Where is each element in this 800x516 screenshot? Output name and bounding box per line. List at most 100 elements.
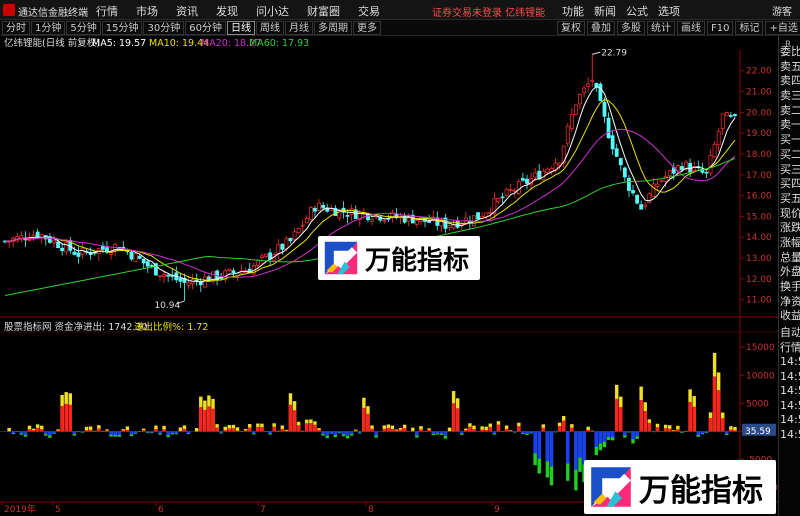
period-tab[interactable]: 60分钟 bbox=[185, 21, 226, 35]
candle-body bbox=[606, 117, 611, 139]
flow-bar-in bbox=[296, 425, 301, 432]
flow-bar-out bbox=[725, 431, 729, 434]
quote-field-label: 涨跌 bbox=[780, 221, 800, 235]
flow-bar-out bbox=[219, 431, 223, 433]
flow-bar-out bbox=[513, 431, 517, 433]
flow-bar-in bbox=[243, 430, 248, 432]
flow-bar-out bbox=[150, 431, 154, 433]
candle-body bbox=[166, 274, 171, 277]
candle-body bbox=[675, 165, 680, 171]
menu-function[interactable]: 功能 bbox=[562, 3, 584, 19]
candle-body bbox=[64, 242, 69, 253]
menu-market[interactable]: 市场 bbox=[136, 3, 158, 19]
candle-body bbox=[541, 170, 546, 180]
flow-bar-in bbox=[272, 426, 276, 432]
tool-button[interactable]: 画线 bbox=[677, 21, 705, 35]
candle-body bbox=[284, 238, 289, 250]
menu-ask[interactable]: 问小达 bbox=[256, 3, 289, 19]
candle-body bbox=[292, 231, 297, 240]
flow-bar-in bbox=[35, 427, 40, 432]
menu-discover[interactable]: 发现 bbox=[216, 3, 238, 19]
candle-body bbox=[447, 225, 452, 229]
price-tick-label: 13.00 bbox=[746, 254, 772, 264]
tool-button[interactable]: 复权 bbox=[557, 21, 585, 35]
period-tab[interactable]: 日线 bbox=[226, 21, 255, 35]
period-tab[interactable]: 周线 bbox=[255, 21, 284, 35]
flow-bar-out bbox=[460, 431, 464, 434]
tool-button[interactable]: 统计 bbox=[647, 21, 675, 35]
quote-field-label: 买五 bbox=[780, 191, 800, 205]
flow-bar-out bbox=[578, 431, 582, 458]
candle-body bbox=[724, 112, 729, 117]
menu-wealth[interactable]: 财富圈 bbox=[307, 3, 340, 19]
period-tab[interactable]: 15分钟 bbox=[101, 21, 143, 35]
menu-news[interactable]: 资讯 bbox=[176, 3, 198, 19]
title-bar: 通达信金融终端 行情 市场 资讯 发现 问小达 财富圈 交易 证券交易未登录 亿… bbox=[0, 0, 800, 20]
tool-button[interactable]: F10 bbox=[707, 21, 734, 35]
menu-formula[interactable]: 公式 bbox=[626, 3, 648, 19]
right-menu: 功能 新闻 公式 选项 bbox=[562, 3, 680, 19]
flow-bar-in bbox=[455, 408, 460, 432]
candle-body bbox=[300, 224, 305, 227]
tool-button[interactable]: 叠加 bbox=[587, 21, 615, 35]
tick-row[interactable]: 自动 bbox=[780, 326, 800, 341]
flow-bar-in bbox=[586, 429, 590, 432]
candle-body bbox=[308, 207, 313, 220]
guest-label[interactable]: 游客 bbox=[772, 3, 792, 18]
time-tick-label: 5 bbox=[55, 505, 61, 515]
candle-body bbox=[704, 171, 709, 174]
period-tab[interactable]: 多周期 bbox=[313, 21, 352, 35]
price-tick-label: 21.00 bbox=[746, 88, 772, 98]
flow-bar-out bbox=[610, 431, 615, 438]
tool-button[interactable]: 多股 bbox=[617, 21, 645, 35]
tool-button[interactable]: +自选 bbox=[765, 21, 800, 35]
candle-body bbox=[565, 125, 570, 144]
tick-row[interactable]: 14:56 bbox=[780, 399, 800, 414]
candle-body bbox=[202, 276, 207, 288]
tick-row[interactable]: 14:56 bbox=[780, 428, 800, 443]
flow-bar-out bbox=[635, 431, 639, 437]
flow-bar-in bbox=[199, 407, 203, 432]
candle-body bbox=[455, 220, 460, 228]
tick-row[interactable]: 14:56 bbox=[780, 413, 800, 428]
candle-body bbox=[614, 148, 619, 157]
tick-row[interactable]: 行情 bbox=[780, 341, 800, 356]
candle-body bbox=[667, 170, 672, 176]
period-tab[interactable]: 30分钟 bbox=[143, 21, 185, 35]
flow-bar-in bbox=[88, 429, 93, 432]
flow-bar-in bbox=[488, 426, 493, 432]
candle-body bbox=[264, 253, 268, 257]
flow-bar-in bbox=[370, 428, 374, 432]
candle-body bbox=[382, 219, 387, 222]
flow-bar-out bbox=[627, 431, 631, 433]
tool-button[interactable]: 标记 bbox=[735, 21, 764, 35]
quote-field-label: 卖四 bbox=[780, 74, 800, 88]
tick-row[interactable]: 14:56 bbox=[780, 370, 800, 385]
candle-body bbox=[109, 252, 113, 255]
candle-body bbox=[618, 158, 623, 166]
watermark-logo-large: 万能指标 bbox=[584, 460, 776, 514]
menu-options[interactable]: 选项 bbox=[658, 3, 680, 19]
flow-bar-in bbox=[402, 428, 407, 432]
period-tab[interactable]: 更多 bbox=[352, 21, 381, 35]
flow-bar-in bbox=[394, 430, 399, 432]
price-tick-label: 18.00 bbox=[746, 150, 772, 160]
menu-quotes[interactable]: 行情 bbox=[96, 3, 118, 19]
tick-list: 自动行情14:5614:5614:5614:5614:5614:56 bbox=[780, 326, 800, 442]
period-tab[interactable]: 1分钟 bbox=[31, 21, 66, 35]
flow-bar-in bbox=[178, 430, 183, 432]
price-tick-label: 15.00 bbox=[746, 212, 772, 222]
period-tab[interactable]: 分时 bbox=[2, 21, 30, 35]
candle-body bbox=[129, 251, 134, 260]
login-notice[interactable]: 证券交易未登录 亿纬锂能 bbox=[432, 4, 545, 19]
tick-row[interactable]: 14:56 bbox=[780, 384, 800, 399]
flow-bar-out bbox=[170, 431, 174, 434]
period-tab[interactable]: 月线 bbox=[284, 21, 313, 35]
menu-trade[interactable]: 交易 bbox=[358, 3, 380, 19]
candle-body bbox=[500, 196, 505, 199]
period-tab[interactable]: 5分钟 bbox=[66, 21, 101, 35]
flow-bar-in bbox=[729, 429, 733, 432]
tick-row[interactable]: 14:56 bbox=[780, 355, 800, 370]
menu-headlines[interactable]: 新闻 bbox=[594, 3, 616, 19]
candle-body bbox=[728, 115, 733, 117]
